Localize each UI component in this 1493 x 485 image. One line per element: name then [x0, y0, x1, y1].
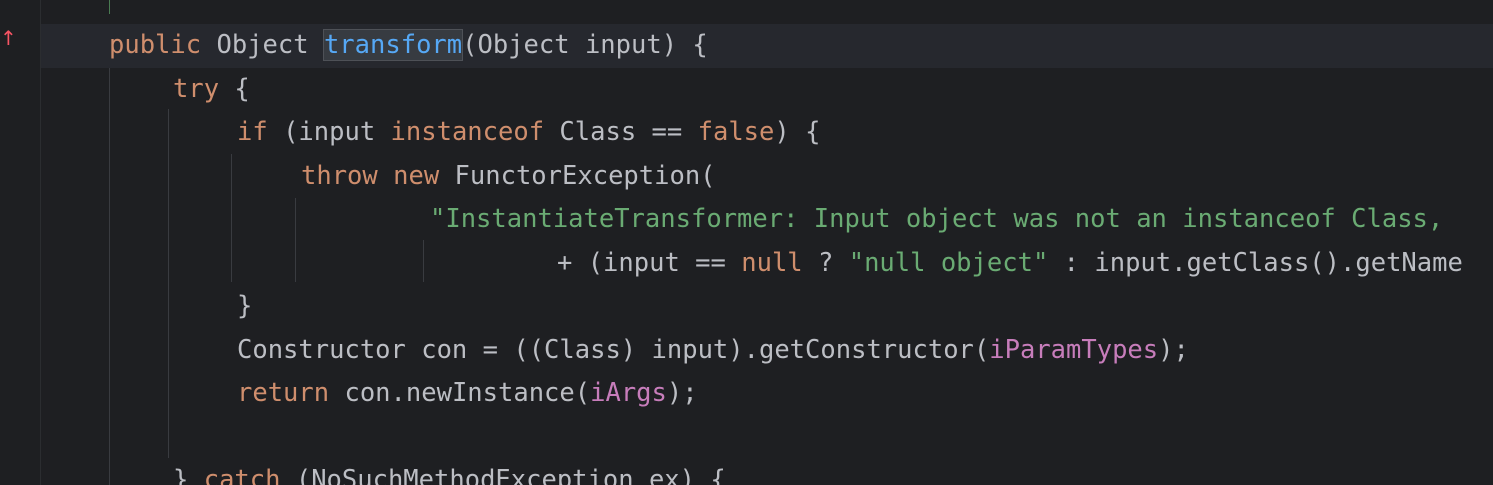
- code-line-3-try[interactable]: try {: [41, 68, 1493, 112]
- code-token[interactable]: transform: [322, 29, 464, 61]
- code-token[interactable]: public: [109, 30, 201, 60]
- code-token[interactable]: );: [1158, 335, 1189, 365]
- code-line-7-message-concat[interactable]: + (input == null ? "null object" : input…: [41, 242, 1493, 286]
- code-line-1[interactable]: [41, 0, 1493, 23]
- code-line-6-message-string[interactable]: "InstantiateTransformer: Input object wa…: [41, 198, 1493, 242]
- code-token[interactable]: [378, 161, 393, 191]
- code-token[interactable]: (Object input) {: [462, 30, 708, 60]
- code-token[interactable]: Object: [201, 30, 324, 60]
- code-token[interactable]: null: [741, 248, 802, 278]
- code-token[interactable]: if: [237, 117, 268, 147]
- code-token[interactable]: new: [393, 161, 439, 191]
- editor-gutter[interactable]: ↑: [0, 0, 40, 485]
- code-token[interactable]: (input: [268, 117, 391, 147]
- code-token[interactable]: }: [173, 465, 204, 485]
- code-line-5-throw[interactable]: throw new FunctorException(: [41, 155, 1493, 199]
- code-token[interactable]: Constructor con = ((Class) input).getCon…: [237, 335, 989, 365]
- code-token[interactable]: catch: [204, 465, 281, 485]
- code-line-4-if[interactable]: if (input instanceof Class == false) {: [41, 111, 1493, 155]
- code-token[interactable]: ?: [803, 248, 849, 278]
- code-token[interactable]: iArgs: [590, 378, 667, 408]
- code-token[interactable]: ) {: [774, 117, 820, 147]
- code-token[interactable]: con.newInstance(: [329, 378, 590, 408]
- code-token[interactable]: return: [237, 378, 329, 408]
- code-token[interactable]: instanceof: [391, 117, 545, 147]
- code-token[interactable]: Class ==: [544, 117, 698, 147]
- code-token[interactable]: "InstantiateTransformer: Input object wa…: [430, 204, 1443, 234]
- override-method-icon[interactable]: ↑: [0, 27, 17, 49]
- code-token[interactable]: throw: [301, 161, 378, 191]
- code-token[interactable]: false: [698, 117, 775, 147]
- code-line-2-method-signature[interactable]: public Object transform(Object input) {: [41, 24, 1493, 68]
- code-line-9-constructor[interactable]: Constructor con = ((Class) input).getCon…: [41, 329, 1493, 373]
- code-token[interactable]: : input.getClass().getName: [1048, 248, 1463, 278]
- code-line-12-catch[interactable]: } catch (NoSuchMethodException ex) {: [41, 459, 1493, 485]
- code-line-11-empty[interactable]: [41, 416, 1493, 460]
- code-line-10-return[interactable]: return con.newInstance(iArgs);: [41, 372, 1493, 416]
- code-token[interactable]: iParamTypes: [989, 335, 1158, 365]
- code-token[interactable]: );: [667, 378, 698, 408]
- code-line-8-close-if[interactable]: }: [41, 285, 1493, 329]
- code-editor[interactable]: ↑ public Object transform(Object input) …: [0, 0, 1493, 485]
- code-token[interactable]: (NoSuchMethodException ex) {: [280, 465, 726, 485]
- code-token[interactable]: FunctorException(: [439, 161, 716, 191]
- code-token[interactable]: {: [219, 74, 249, 104]
- code-token[interactable]: "null object": [849, 248, 1049, 278]
- code-token[interactable]: + (input ==: [557, 248, 741, 278]
- code-token[interactable]: try: [173, 74, 219, 104]
- code-area[interactable]: public Object transform(Object input) { …: [41, 0, 1493, 485]
- code-token[interactable]: }: [237, 291, 252, 321]
